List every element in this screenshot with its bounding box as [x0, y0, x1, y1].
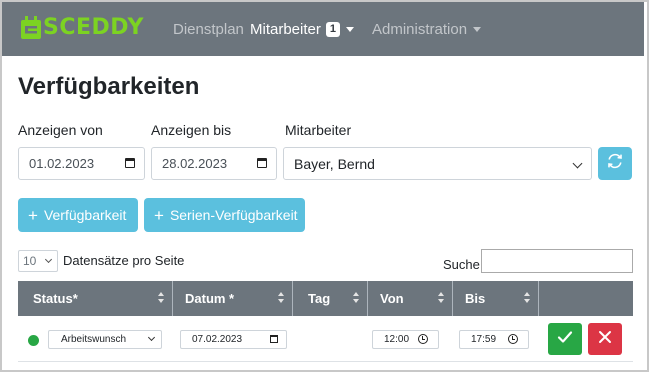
cancel-button[interactable] [588, 323, 622, 355]
notification-badge: 1 [325, 22, 340, 37]
status-indicator [28, 335, 39, 346]
date-value: 07.02.2023 [192, 334, 243, 345]
from-label: Anzeigen von [18, 122, 103, 138]
nav-mitarbeiter[interactable]: Mitarbeiter 1 [250, 21, 354, 38]
search-input[interactable] [481, 249, 633, 273]
navbar: SCEDDY Dienstplan Mitarbeiter 1 Administ… [2, 2, 644, 56]
add-availability-label: Verfügbarkeit [43, 207, 127, 223]
close-icon [598, 330, 612, 349]
column-header-tag[interactable]: Tag [293, 281, 368, 316]
nav-dienstplan-label: Dienstplan [173, 21, 244, 38]
to-label: Anzeigen bis [151, 122, 232, 138]
to-date-input[interactable]: 28.02.2023 [151, 147, 277, 180]
clock-icon[interactable] [508, 334, 518, 344]
sort-icon [523, 292, 532, 305]
add-series-availability-button[interactable]: + Serien-Verfügbarkeit [144, 198, 305, 232]
brand[interactable]: SCEDDY [20, 15, 144, 40]
nav-mitarbeiter-label: Mitarbeiter [250, 21, 321, 38]
calendar-icon[interactable] [125, 158, 135, 168]
employee-label: Mitarbeiter [285, 122, 352, 138]
employee-select-value: Bayer, Bernd [294, 155, 375, 172]
clock-icon[interactable] [418, 334, 428, 344]
page-length-select[interactable]: 10 [18, 250, 58, 272]
checkmark-icon [557, 330, 573, 349]
chevron-down-icon [345, 27, 354, 32]
refresh-icon [606, 152, 624, 175]
calendar-logo-icon [20, 15, 42, 40]
page-title: Verfügbarkeiten [18, 73, 200, 100]
table-row: Arbeitswunsch 07.02.2023 12:00 17:59 [18, 316, 633, 362]
from-time-value: 12:00 [384, 334, 410, 345]
column-header-datum[interactable]: Datum * [173, 281, 293, 316]
nav-administration-label: Administration [372, 21, 468, 38]
calendar-icon[interactable] [257, 158, 267, 168]
sort-icon [277, 292, 286, 305]
employee-select[interactable]: Bayer, Bernd [283, 147, 592, 180]
column-header-datum-label: Datum * [185, 291, 235, 306]
from-time-input[interactable]: 12:00 [372, 330, 439, 349]
add-availability-button[interactable]: + Verfügbarkeit [18, 198, 138, 232]
availability-type-value: Arbeitswunsch [61, 334, 127, 345]
sort-icon [437, 292, 446, 305]
chevron-down-icon [572, 158, 583, 169]
sort-icon [352, 292, 361, 305]
column-header-von[interactable]: Von [368, 281, 453, 316]
calendar-icon[interactable] [270, 335, 278, 343]
nav-dienstplan[interactable]: Dienstplan [173, 21, 244, 38]
from-date-input[interactable]: 01.02.2023 [18, 147, 145, 180]
column-header-actions [539, 281, 633, 316]
column-header-bis-label: Bis [465, 291, 486, 306]
save-button[interactable] [548, 323, 582, 355]
column-header-von-label: Von [380, 291, 404, 306]
table-header: Status* Datum * Tag Von Bis [18, 281, 633, 316]
refresh-button[interactable] [598, 147, 632, 180]
chevron-down-icon [44, 255, 53, 264]
to-time-input[interactable]: 17:59 [459, 330, 529, 349]
plus-icon: + [28, 205, 38, 225]
search-label: Suche: [443, 257, 484, 272]
sort-icon [157, 292, 166, 305]
from-date-value: 01.02.2023 [29, 156, 95, 171]
to-time-value: 17:59 [471, 334, 497, 345]
plus-icon: + [154, 205, 164, 225]
column-header-tag-label: Tag [308, 291, 331, 306]
column-header-status[interactable]: Status* [18, 281, 173, 316]
chevron-down-icon [473, 27, 482, 32]
brand-name: SCEDDY [43, 15, 144, 40]
page-length-value: 10 [23, 254, 37, 268]
chevron-down-icon [147, 333, 156, 342]
page-length-text: Datensätze pro Seite [63, 253, 185, 268]
availability-type-select[interactable]: Arbeitswunsch [48, 330, 162, 349]
column-header-status-label: Status* [33, 291, 78, 306]
add-series-availability-label: Serien-Verfügbarkeit [169, 207, 298, 223]
nav-administration[interactable]: Administration [372, 21, 482, 38]
date-input[interactable]: 07.02.2023 [180, 330, 287, 349]
to-date-value: 28.02.2023 [162, 156, 228, 171]
column-header-bis[interactable]: Bis [453, 281, 539, 316]
